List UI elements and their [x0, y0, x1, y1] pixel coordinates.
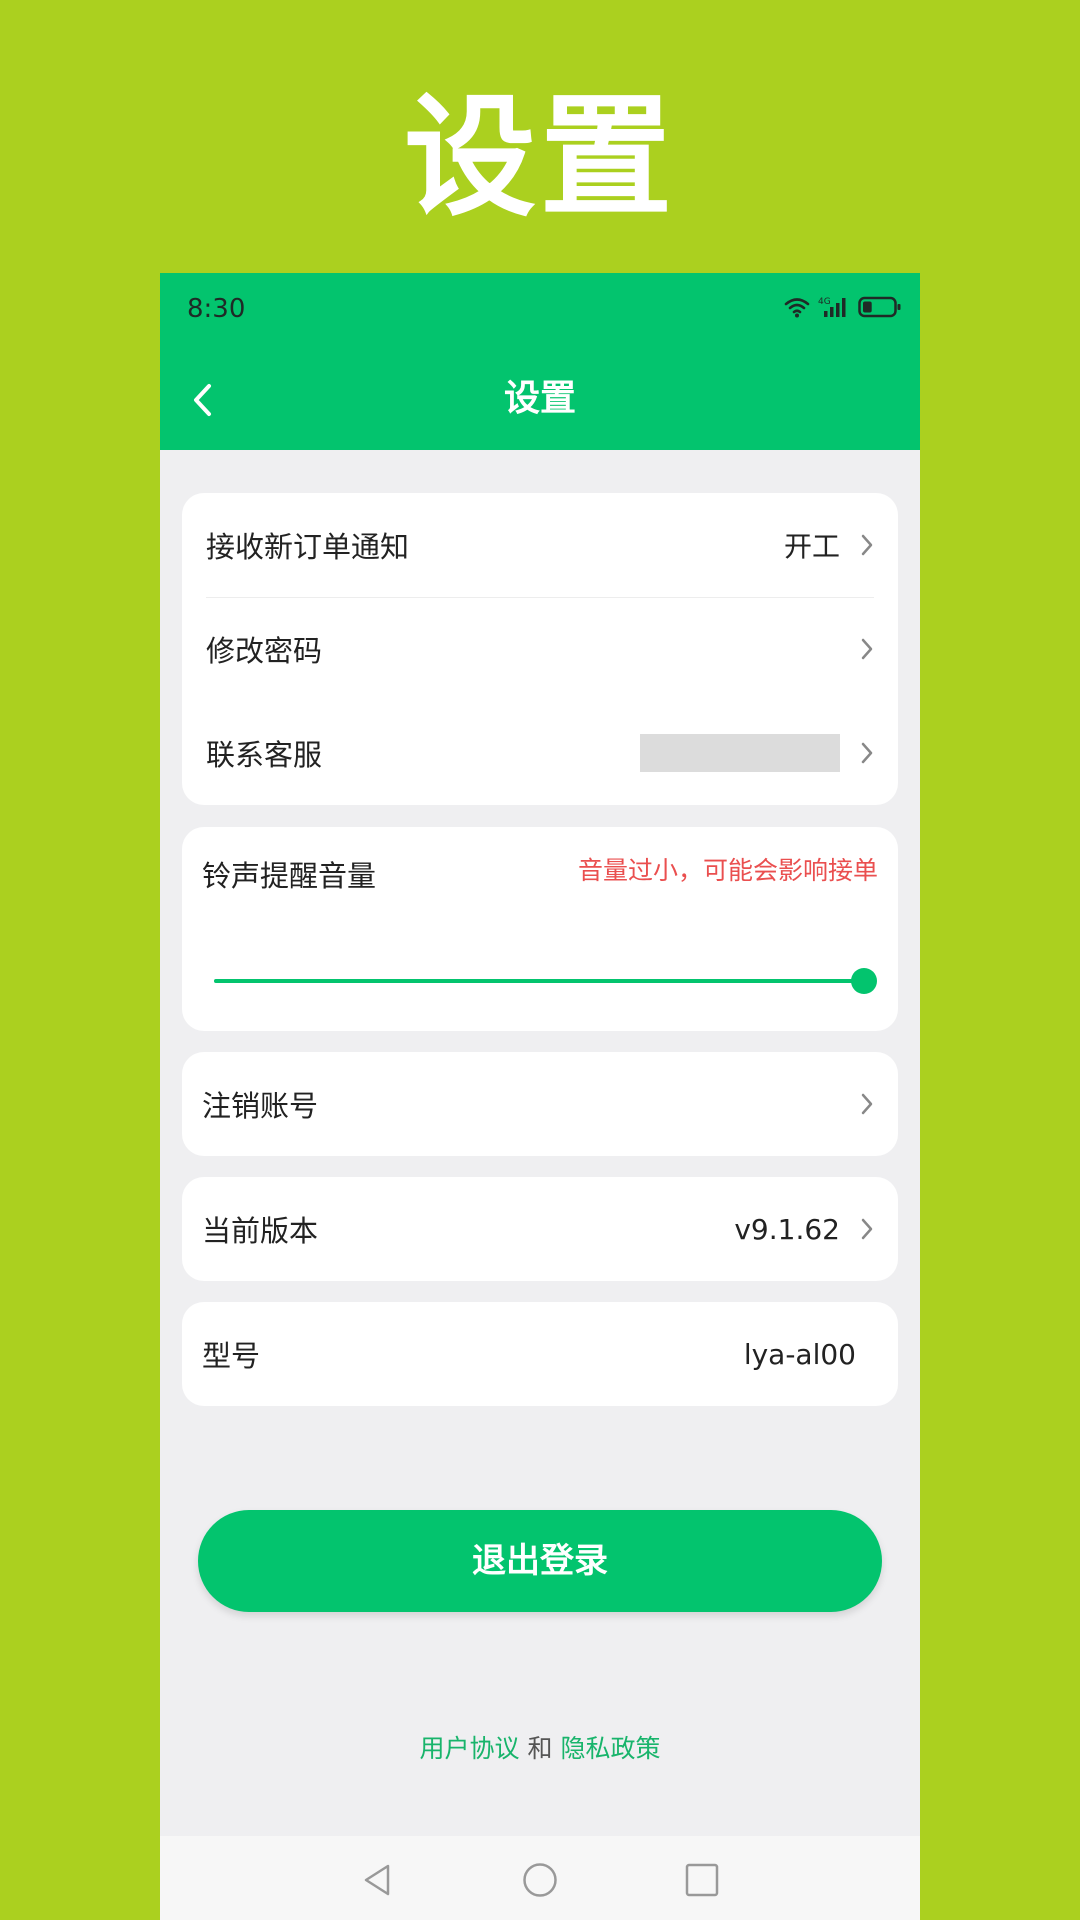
- redacted-contact-value: [640, 734, 840, 772]
- new-order-notice-value: 开工: [783, 530, 840, 563]
- settings-card: 接收新订单通知 开工 修改密码 联系客服: [182, 493, 898, 805]
- circle-home-icon: [523, 1863, 557, 1897]
- version-label: 当前版本: [202, 1214, 319, 1248]
- system-navigation-bar: [160, 1836, 920, 1920]
- battery-icon: [858, 295, 902, 323]
- nav-back-button[interactable]: [357, 1860, 397, 1900]
- footer-links: 用户协议 和 隐私政策: [160, 1729, 920, 1765]
- network-type-label: 4G: [818, 297, 831, 307]
- phone-screen: 8:30 4G 设置 接收新订单通知 开工 修改密码 联系客服 铃声提醒音量 音…: [160, 273, 920, 1920]
- volume-slider-thumb[interactable]: [851, 968, 877, 994]
- chevron-left-icon: [194, 384, 211, 416]
- version-card[interactable]: 当前版本 v9.1.62: [182, 1177, 898, 1281]
- chevron-right-icon: [856, 636, 878, 662]
- model-label: 型号: [202, 1339, 261, 1373]
- change-password-label: 修改密码: [206, 634, 323, 668]
- status-time: 8:30: [187, 294, 246, 324]
- nav-recents-button[interactable]: [682, 1860, 722, 1900]
- footer-and-text: 和: [527, 1734, 553, 1763]
- promo-title: 设置: [404, 80, 676, 235]
- logout-button[interactable]: 退出登录: [198, 1510, 882, 1612]
- wifi-icon: [784, 296, 810, 322]
- new-order-notice-row[interactable]: 接收新订单通知 开工: [206, 493, 878, 597]
- volume-label: 铃声提醒音量: [202, 859, 377, 893]
- cancel-account-card[interactable]: 注销账号: [182, 1052, 898, 1156]
- cellular-signal-icon: 4G: [818, 295, 850, 323]
- square-recents-icon: [685, 1863, 719, 1897]
- version-value: v9.1.62: [734, 1212, 840, 1246]
- cancel-account-row[interactable]: 注销账号: [202, 1052, 878, 1156]
- cancel-account-label: 注销账号: [202, 1089, 319, 1123]
- version-row[interactable]: 当前版本 v9.1.62: [202, 1177, 878, 1281]
- new-order-notice-label: 接收新订单通知: [206, 530, 410, 564]
- privacy-policy-link[interactable]: 隐私政策: [560, 1734, 660, 1763]
- contact-service-label: 联系客服: [206, 738, 323, 772]
- change-password-row[interactable]: 修改密码: [206, 597, 878, 701]
- status-icons: 4G: [784, 291, 902, 327]
- chevron-right-icon: [856, 1216, 878, 1242]
- chevron-right-icon: [856, 1091, 878, 1117]
- page-title: 设置: [503, 378, 576, 419]
- app-header: 8:30 4G 设置: [160, 273, 920, 450]
- volume-warning: 音量过小，可能会影响接单: [577, 856, 878, 885]
- chevron-right-icon: [856, 532, 878, 558]
- volume-slider[interactable]: [214, 968, 877, 994]
- model-card: 型号 lya-al00: [182, 1302, 898, 1406]
- contact-service-row[interactable]: 联系客服: [206, 701, 878, 805]
- volume-card: 铃声提醒音量 音量过小，可能会影响接单: [182, 827, 898, 1031]
- chevron-right-icon: [856, 740, 878, 766]
- model-value: lya-al00: [743, 1337, 856, 1371]
- nav-home-button[interactable]: [520, 1860, 560, 1900]
- triangle-back-icon: [364, 1864, 390, 1896]
- model-row: 型号 lya-al00: [202, 1302, 856, 1406]
- user-agreement-link[interactable]: 用户协议: [420, 1734, 520, 1763]
- volume-slider-fill: [214, 979, 864, 983]
- back-button[interactable]: [174, 372, 230, 428]
